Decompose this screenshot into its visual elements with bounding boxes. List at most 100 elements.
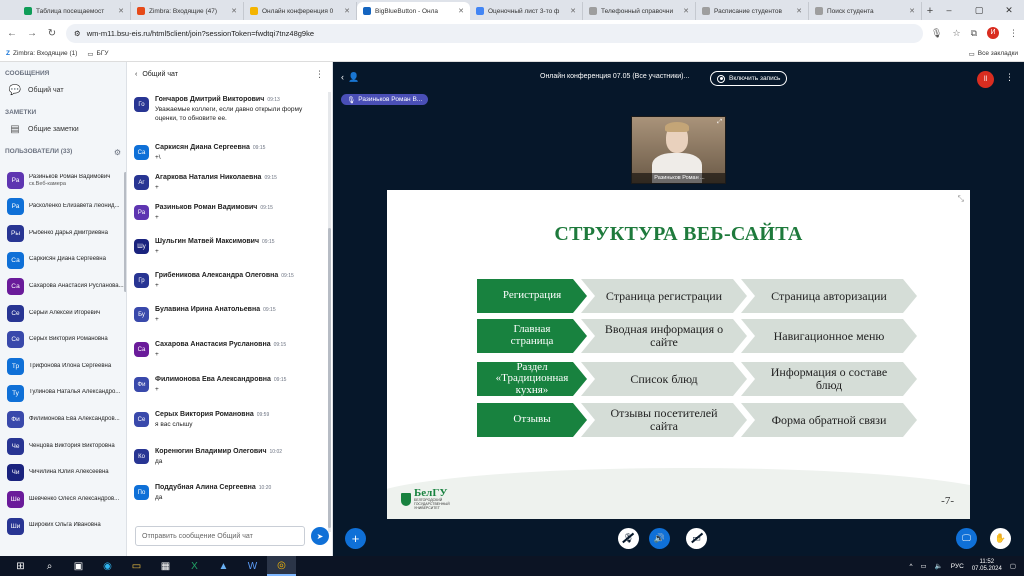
search-icon[interactable]: ⌕ (35, 556, 64, 576)
close-tab-icon[interactable]: ✕ (909, 7, 915, 15)
user-icon[interactable]: 👤 (348, 72, 359, 83)
fullscreen-icon[interactable]: ⤡ (958, 194, 964, 204)
extensions-icon[interactable]: ⧉ (971, 28, 977, 39)
user-list-item[interactable]: Се Серый Алексей Игоревич (0, 300, 126, 327)
microphone-muted-icon: 🎙 (622, 533, 635, 543)
close-window-icon[interactable]: ✕ (994, 0, 1024, 20)
chat-timestamp: 09:15 (252, 145, 266, 151)
browser-tab[interactable]: Zimbra: Входящие (47) ✕ (131, 2, 244, 20)
collapse-panel-icon[interactable]: ‹ (341, 72, 344, 83)
user-info: Серых Виктория Романовна (29, 336, 126, 343)
close-tab-icon[interactable]: ✕ (344, 7, 350, 15)
volume-icon[interactable]: 🔈 (935, 562, 943, 570)
chat-header[interactable]: ‹ Общий чат ⋮ (127, 62, 332, 86)
edge-icon[interactable]: ◉ (93, 556, 122, 576)
chat-message-body: Агаркова Наталия Николаевна 09:15 + (155, 174, 320, 192)
close-tab-icon[interactable]: ✕ (796, 7, 802, 15)
bookmark-bsu[interactable]: ▭ БГУ (87, 50, 108, 58)
user-name: Шевченко Олеся Александров... (29, 495, 120, 502)
chrome-icon[interactable]: ◎ (267, 556, 296, 576)
site-info-icon[interactable]: ⚙ (74, 29, 81, 38)
browser-tab[interactable]: Оценочный лист 3-то ф ✕ (470, 2, 583, 20)
browser-tab[interactable]: Поиск студента ✕ (809, 2, 922, 20)
user-list-item[interactable]: Ше Шевченко Олеся Александров... (0, 486, 126, 513)
word-icon[interactable]: W (238, 556, 267, 576)
audio-button[interactable]: 🔊 (649, 528, 670, 549)
browser-tab[interactable]: Телефонный справочни ✕ (583, 2, 696, 20)
user-list-item[interactable]: Ту Тулинова Наталья Александро... (0, 380, 126, 407)
chat-scrollbar[interactable] (328, 92, 331, 532)
close-tab-icon[interactable]: ✕ (683, 7, 689, 15)
excel-icon[interactable]: X (180, 556, 209, 576)
chat-message-text: +\ (155, 154, 161, 161)
camera-button[interactable]: ▭ (686, 528, 707, 549)
settings-gear-icon[interactable]: ⚙ (114, 148, 121, 157)
star-icon[interactable]: ☆ (952, 28, 960, 39)
browser-tab[interactable]: BigBlueButton - Онла ✕ (357, 2, 470, 20)
user-list-item[interactable]: Ра Разиньков Роман Вадимович ск.Веб-камера (0, 167, 126, 194)
connection-status-icon[interactable]: ll (977, 71, 994, 88)
minimize-icon[interactable]: – (934, 0, 964, 20)
store-icon[interactable]: ▦ (151, 556, 180, 576)
forward-arrow-icon[interactable]: → (26, 28, 38, 39)
webcam-video[interactable]: ⤢ Разиньков Роман ... (631, 116, 726, 184)
close-tab-icon[interactable]: ✕ (570, 7, 576, 15)
profile-avatar[interactable]: И (987, 27, 999, 39)
raise-hand-button[interactable]: ✋ (990, 528, 1011, 549)
reload-icon[interactable]: ↻ (46, 28, 58, 39)
user-list-item[interactable]: Ры Рыбенко Дарья Дмитриевна (0, 220, 126, 247)
options-menu-icon[interactable]: ⋮ (1005, 72, 1014, 83)
chat-message: Бу Булавина Ирина Анатольевна 09:15 + (127, 306, 327, 324)
actions-plus-button[interactable]: + (345, 528, 366, 549)
send-message-button[interactable]: ➤ (311, 527, 329, 545)
clock[interactable]: 11:52 07.05.2024 (972, 559, 1002, 573)
presentation-button[interactable]: 🖵 (956, 528, 977, 549)
chat-scroll-thumb[interactable] (328, 228, 331, 528)
notifications-icon[interactable]: ▢ (1010, 562, 1016, 570)
all-bookmarks[interactable]: ▭ Все закладки (969, 50, 1018, 58)
browser-menu-icon[interactable]: ⋮ (1009, 28, 1018, 39)
close-tab-icon[interactable]: ✕ (231, 7, 237, 15)
shared-notes-item[interactable]: ▤ Общие заметки (0, 119, 126, 140)
user-avatar: Се (7, 304, 24, 322)
close-tab-icon[interactable]: ✕ (458, 7, 464, 15)
mute-button[interactable]: 🎙 (618, 528, 639, 549)
close-tab-icon[interactable]: ✕ (118, 7, 124, 15)
public-chat-item[interactable]: 💬 Общий чат (0, 80, 126, 101)
user-list-item[interactable]: Ра Расколенко Елизавета Леонид... (0, 194, 126, 221)
browser-tab[interactable]: Таблица посещаемост ✕ (18, 2, 131, 20)
user-list-item[interactable]: Са Саркисян Диана Сергеевна (0, 247, 126, 274)
microphone-indicator-icon[interactable]: 🎙 (931, 28, 942, 39)
back-arrow-icon[interactable]: ← (6, 28, 18, 39)
tab-title: Онлайн конференция 0 (262, 7, 334, 15)
expand-video-icon[interactable]: ⤢ (717, 119, 722, 126)
chat-message-input[interactable]: Отправить сообщение Общий чат (135, 526, 305, 546)
file-explorer-icon[interactable]: ▭ (122, 556, 151, 576)
task-view-icon[interactable]: ▣ (64, 556, 93, 576)
network-icon[interactable]: ▭ (921, 562, 927, 570)
tray-chevron-icon[interactable]: ^ (909, 563, 912, 570)
chevron-left-icon[interactable]: ‹ (135, 71, 137, 78)
photos-icon[interactable]: ▲ (209, 556, 238, 576)
browser-tab[interactable]: Расписание студентов ✕ (696, 2, 809, 20)
user-info: Шевченко Олеся Александров... (29, 495, 126, 503)
user-list-item[interactable]: Тр Трифонова Илона Сергеевна (0, 353, 126, 380)
keyboard-language[interactable]: РУС (951, 563, 964, 570)
browser-tab[interactable]: Онлайн конференция 0 ✕ (244, 2, 357, 20)
maximize-icon[interactable]: ▢ (964, 0, 994, 20)
structure-cell: Регистрация (477, 279, 587, 313)
user-list-item[interactable]: Фи Филимонова Ева Александров... (0, 406, 126, 433)
chat-sender-name: Грибеникова Александра Олеговна 09:15 (155, 272, 320, 279)
user-list-item[interactable]: Се Серых Виктория Романовна (0, 327, 126, 354)
bookmark-zimbra[interactable]: Z Zimbra: Входящие (1) (6, 50, 77, 57)
talking-indicator[interactable]: 🎙 Разиньков Роман В... (341, 94, 429, 105)
url-field[interactable]: ⚙ wm-m11.bsu-eis.ru/html5client/join?ses… (66, 23, 924, 43)
user-list-item[interactable]: Са Сахарова Анастасия Русланова... (0, 273, 126, 300)
user-list-item[interactable]: Ши Широких Ольга Ивановна (0, 513, 126, 540)
user-list-item[interactable]: Че Ченцова Виктория Викторовна (0, 433, 126, 460)
record-button[interactable]: Включить запись (710, 71, 788, 86)
start-icon[interactable]: ⊞ (6, 556, 35, 576)
university-logo: БелГУ БЕЛГОРОДСКИЙ ГОСУДАРСТВЕННЫЙ УНИВЕ… (401, 488, 458, 511)
chat-options-icon[interactable]: ⋮ (315, 69, 324, 80)
user-list-item[interactable]: Чи Чичилина Юлия Алексеевна (0, 460, 126, 487)
